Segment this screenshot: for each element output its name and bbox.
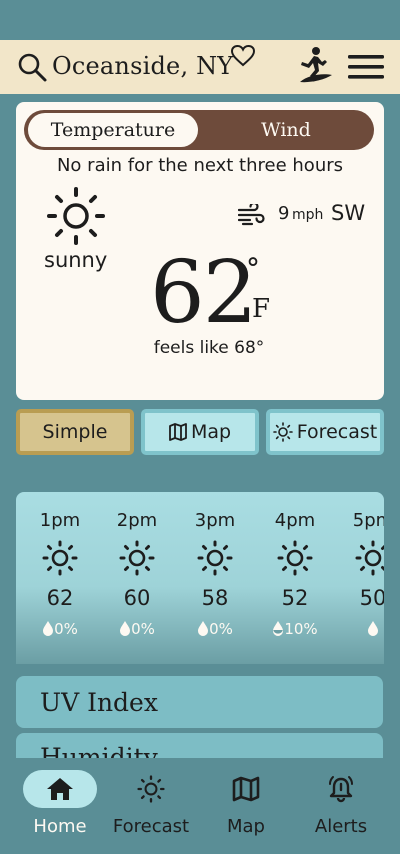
sun-icon	[119, 540, 155, 576]
toggle-temperature[interactable]: Temperature	[28, 113, 198, 147]
rain-percent: 0%	[54, 620, 78, 638]
condition-label: sunny	[44, 248, 108, 272]
hour-temperature: 50	[359, 586, 384, 610]
sun-icon	[355, 540, 384, 576]
uv-index-section[interactable]: UV Index	[16, 676, 383, 728]
hour-rain-chance: 0%	[25, 620, 95, 638]
degree-symbol: °	[246, 252, 260, 285]
menu-icon[interactable]	[348, 53, 384, 81]
simple-view-label: Simple	[42, 421, 108, 443]
hour-rain-chance	[338, 620, 384, 638]
hourly-forecast-panel[interactable]: 1pm 62 0% 2pm 60 0% 3pm 58 0% 4pm 52 10%…	[16, 492, 384, 664]
raindrop-icon	[273, 621, 284, 636]
wind-speed: 9	[278, 203, 290, 224]
search-icon[interactable]	[16, 51, 48, 83]
simple-view-button[interactable]: Simple	[16, 409, 134, 455]
rain-forecast-message: No rain for the next three hours	[56, 155, 344, 176]
home-icon	[47, 778, 73, 800]
wind-icon	[238, 204, 265, 226]
sun-icon	[42, 540, 78, 576]
map-view-button[interactable]: Map	[141, 409, 259, 455]
nav-map[interactable]: Map	[201, 758, 291, 854]
heart-icon[interactable]	[230, 44, 256, 68]
map-icon	[169, 423, 187, 441]
forecast-view-button[interactable]: Forecast	[266, 409, 384, 455]
rain-percent: 10%	[284, 620, 318, 638]
feels-like: feels like 68°	[153, 338, 265, 358]
toggle-wind[interactable]: Wind	[202, 113, 370, 147]
status-bar-area	[0, 0, 400, 40]
raindrop-icon	[368, 621, 378, 636]
sun-icon	[277, 540, 313, 576]
current-temperature: 62	[150, 243, 257, 343]
raindrop-icon	[198, 621, 209, 636]
raindrop-icon	[43, 621, 54, 636]
hour-time: 3pm	[194, 510, 236, 531]
nav-map-label: Map	[227, 816, 265, 837]
hour-time: 2pm	[116, 510, 158, 531]
hour-time: 1pm	[39, 510, 81, 531]
hour-rain-chance: 0%	[102, 620, 172, 638]
sun-icon	[137, 775, 165, 803]
nav-home[interactable]: Home	[15, 758, 105, 854]
hour-rain-chance: 10%	[260, 620, 330, 638]
nav-forecast[interactable]: Forecast	[106, 758, 196, 854]
sun-icon	[197, 540, 233, 576]
nav-alerts[interactable]: Alerts	[296, 758, 386, 854]
bottom-navigation: Home Forecast Map Alerts	[0, 758, 400, 854]
hour-temperature: 58	[201, 586, 229, 610]
hour-rain-chance: 0%	[180, 620, 250, 638]
temp-wind-toggle: Temperature Wind	[24, 110, 374, 150]
hour-temperature: 52	[281, 586, 309, 610]
forecast-view-label: Forecast	[296, 421, 378, 443]
sun-icon	[47, 187, 105, 245]
sun-icon	[272, 422, 293, 442]
surfer-icon[interactable]	[294, 45, 334, 87]
nav-alerts-label: Alerts	[314, 816, 368, 837]
rain-percent: 0%	[131, 620, 155, 638]
nav-forecast-label: Forecast	[112, 816, 190, 837]
wind-unit: mph	[292, 207, 324, 223]
rain-percent: 0%	[209, 620, 233, 638]
hour-time: 5pm	[352, 510, 384, 531]
app-header: Oceanside, NY	[0, 40, 400, 94]
raindrop-icon	[120, 621, 131, 636]
map-icon	[232, 776, 260, 802]
location-name[interactable]: Oceanside, NY	[52, 52, 233, 80]
current-weather-card: Temperature Wind No rain for the next th…	[16, 102, 384, 400]
wind-direction: SW	[331, 201, 366, 225]
hour-time: 4pm	[274, 510, 316, 531]
alert-bell-icon	[329, 776, 353, 803]
temperature-unit: F	[252, 294, 271, 324]
map-view-label: Map	[190, 421, 232, 443]
hour-temperature: 62	[46, 586, 74, 610]
hour-temperature: 60	[123, 586, 151, 610]
